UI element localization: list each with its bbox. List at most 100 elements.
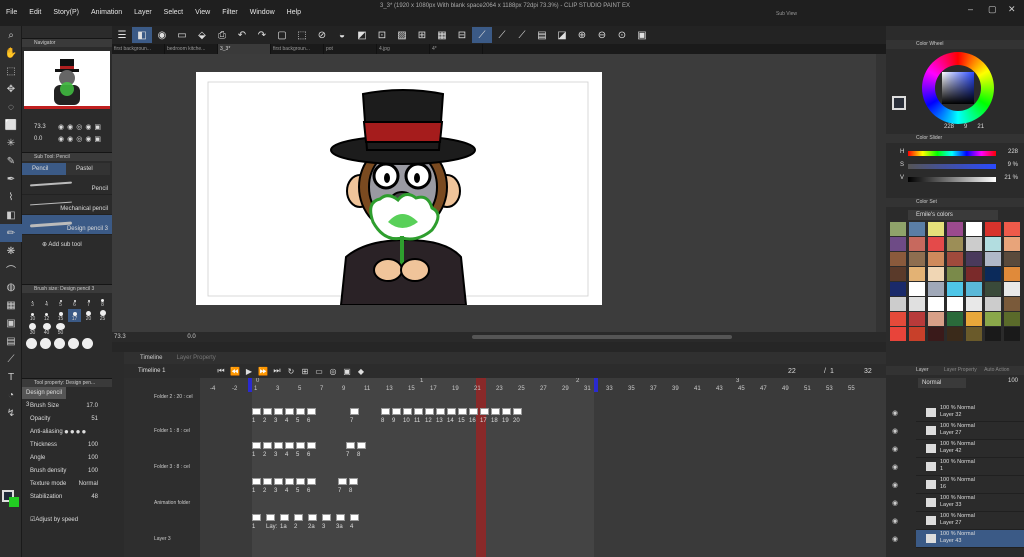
- end-marker[interactable]: [594, 378, 598, 392]
- menu-story[interactable]: Story(P): [47, 0, 85, 26]
- pen-tool-icon[interactable]: ✒: [0, 170, 22, 188]
- brush-size-12[interactable]: 12: [40, 309, 53, 322]
- color-swatch[interactable]: [947, 267, 963, 281]
- lasso-tool-icon[interactable]: ◌: [0, 98, 22, 116]
- eye-icon[interactable]: ◉: [892, 445, 898, 453]
- doc-tab-1[interactable]: first backgroun...: [112, 44, 165, 54]
- color-swatch[interactable]: [947, 297, 963, 311]
- cel-box[interactable]: [307, 408, 316, 415]
- cel-box[interactable]: [285, 442, 294, 449]
- cel-box[interactable]: [296, 442, 305, 449]
- play-icon[interactable]: ▶: [242, 367, 256, 376]
- menu-edit[interactable]: Edit: [23, 0, 47, 26]
- cel-box[interactable]: [414, 408, 423, 415]
- cel-box[interactable]: [513, 408, 522, 415]
- doc-tab-4[interactable]: first backgroun...: [271, 44, 324, 54]
- hue-slider[interactable]: H 228: [900, 149, 1020, 162]
- undo-icon[interactable]: ↶: [232, 27, 252, 43]
- layer-tab[interactable]: Layer: [916, 367, 929, 373]
- layer-row[interactable]: 100 % Normal 16: [916, 476, 1024, 494]
- cel-box[interactable]: [252, 514, 261, 521]
- color-swatch[interactable]: [909, 237, 925, 251]
- color-swatch[interactable]: [985, 222, 1001, 236]
- color-swatch[interactable]: [928, 222, 944, 236]
- prev-frame-icon[interactable]: ⏪: [228, 367, 242, 376]
- light-table-icon[interactable]: ▣: [340, 367, 354, 376]
- blend-mode-select[interactable]: Normal: [918, 378, 966, 388]
- cel-box[interactable]: [349, 478, 358, 485]
- invert-selection-icon[interactable]: ◩: [352, 27, 372, 43]
- brush-size-10[interactable]: 10: [26, 309, 39, 322]
- next-frame-icon[interactable]: ⏩: [256, 367, 270, 376]
- color-swatch[interactable]: [985, 312, 1001, 326]
- snap-grid-icon[interactable]: ▦: [432, 27, 452, 43]
- brush-size-6[interactable]: 6: [68, 295, 81, 308]
- color-swatch[interactable]: [947, 237, 963, 251]
- brush-size-25[interactable]: 25: [96, 309, 109, 322]
- color-swatch[interactable]: [985, 282, 1001, 296]
- pencil-tool-icon[interactable]: ✏: [0, 224, 22, 242]
- zoom-out-icon[interactable]: ⊖: [592, 27, 612, 43]
- auto-action-tab[interactable]: Auto Action: [984, 367, 1009, 373]
- brush-mechanical-pencil[interactable]: Mechanical pencil: [22, 195, 112, 215]
- color-swatch[interactable]: [890, 237, 906, 251]
- prop-texture-mode[interactable]: Texture mode Normal: [22, 477, 112, 490]
- move-tool-icon[interactable]: ✥: [0, 80, 22, 98]
- cel-box[interactable]: [285, 408, 294, 415]
- color-swatch[interactable]: [966, 297, 982, 311]
- cel-box[interactable]: [436, 408, 445, 415]
- color-swatch[interactable]: [928, 327, 944, 341]
- cel-box[interactable]: [381, 408, 390, 415]
- last-frame-icon[interactable]: ⏭: [270, 366, 284, 376]
- cel-box[interactable]: [294, 514, 303, 521]
- doc-tab-3[interactable]: 3_3*: [218, 44, 271, 54]
- adjust-by-speed-checkbox[interactable]: ☑ Adjust by speed: [22, 513, 112, 526]
- color-swatch[interactable]: [947, 312, 963, 326]
- color-swatch[interactable]: [890, 282, 906, 296]
- fill-icon[interactable]: ◒: [332, 27, 352, 43]
- doc-tab-6[interactable]: 4.jpg: [377, 44, 430, 54]
- layer-row[interactable]: 100 % Normal 1: [916, 458, 1024, 476]
- eye-icon[interactable]: ◉: [892, 499, 898, 507]
- frame-count-label[interactable]: 1: [830, 368, 834, 375]
- eye-icon[interactable]: ◉: [892, 463, 898, 471]
- zoom-buttons[interactable]: ◉◉◎◉▣: [58, 123, 104, 131]
- cel-box[interactable]: [263, 478, 272, 485]
- cel-box[interactable]: [274, 408, 283, 415]
- brush-tool-icon[interactable]: ⌇: [0, 188, 22, 206]
- layer-row[interactable]: 100 % Normal Layer 27: [916, 512, 1024, 530]
- cel-box[interactable]: [357, 442, 366, 449]
- color-swatch[interactable]: [1004, 222, 1020, 236]
- eyedropper-icon[interactable]: ✎: [0, 152, 22, 170]
- color-swatch[interactable]: [890, 222, 906, 236]
- color-swatch[interactable]: [928, 267, 944, 281]
- status-zoom[interactable]: 73.3: [114, 334, 126, 340]
- zoom-in-icon[interactable]: ⊕: [572, 27, 592, 43]
- color-swatch[interactable]: [909, 312, 925, 326]
- stroke-icon-3[interactable]: ⟋: [512, 27, 532, 43]
- menu-window[interactable]: Window: [244, 0, 281, 26]
- brush-design-pencil-3[interactable]: Design pencil 3: [22, 215, 112, 235]
- timeline-grid[interactable]: -4 -2 1 3 5 7 9 11 13 15 17 19 21 23 25 27 29 31 33 35 37 39 4…: [200, 378, 886, 557]
- anti-aliasing-dots[interactable]: ●●●●: [64, 427, 87, 436]
- cel-box[interactable]: [296, 478, 305, 485]
- track-animation-folder[interactable]: Animation folder: [124, 500, 200, 506]
- brush-size-large-3[interactable]: [54, 338, 65, 349]
- zoom-value[interactable]: 73.3: [34, 124, 46, 130]
- eye-icon[interactable]: ◉: [892, 409, 898, 417]
- color-swatch[interactable]: [890, 252, 906, 266]
- magic-wand-icon[interactable]: ✳: [0, 134, 22, 152]
- track-folder-2[interactable]: Folder 2 : 20 : cel: [124, 394, 200, 400]
- timeline-tab[interactable]: Timeline: [124, 355, 162, 361]
- color-swatch[interactable]: [966, 327, 982, 341]
- prop-brush-size[interactable]: Brush Size 17.0: [22, 399, 112, 412]
- brush-size-4[interactable]: 4: [40, 295, 53, 308]
- color-swatch[interactable]: [966, 222, 982, 236]
- transform-icon[interactable]: ⊡: [372, 27, 392, 43]
- subtool-tab-pastel[interactable]: Pastel: [66, 163, 110, 175]
- color-swatch[interactable]: [985, 237, 1001, 251]
- color-wheel[interactable]: [922, 52, 994, 124]
- brush-size-40[interactable]: 40: [40, 323, 53, 336]
- eye-icon[interactable]: ◉: [892, 481, 898, 489]
- eraser-icon[interactable]: ◧: [0, 206, 22, 224]
